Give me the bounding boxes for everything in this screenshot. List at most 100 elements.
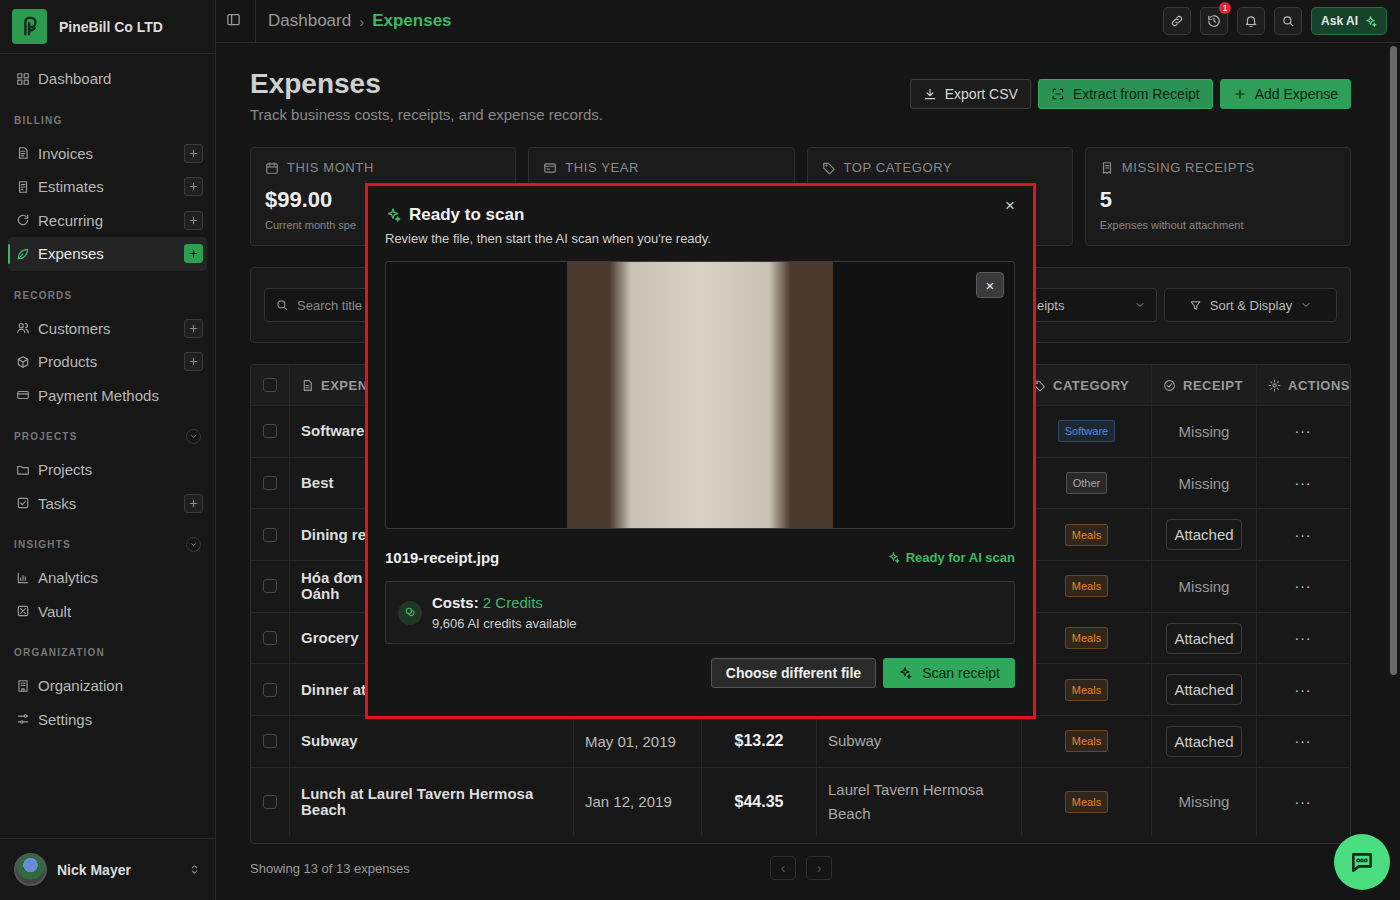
remove-file-button[interactable]: × xyxy=(976,272,1004,298)
next-page-button[interactable]: › xyxy=(806,856,832,880)
category-badge: Meals xyxy=(1065,627,1108,649)
breadcrumb[interactable]: Dashboard xyxy=(268,11,351,31)
column-header[interactable]: CATEGORY xyxy=(1033,378,1129,393)
sidebar-item[interactable]: Organization xyxy=(8,669,207,703)
search-icon xyxy=(1281,14,1295,28)
row-actions-button[interactable]: ··· xyxy=(1295,423,1312,439)
column-label: EXPEN xyxy=(321,378,368,393)
sidebar-item[interactable]: Settings xyxy=(8,703,207,737)
file-name: 1019-receipt.jpg xyxy=(385,549,499,566)
sidebar-item[interactable]: Estimates xyxy=(8,170,207,204)
title-cell: Subway xyxy=(289,716,573,767)
sidebar-toggle[interactable] xyxy=(226,12,241,31)
category-badge: Meals xyxy=(1065,679,1108,701)
sidebar-item[interactable]: Recurring xyxy=(8,204,207,238)
row-actions-button[interactable]: ··· xyxy=(1295,733,1312,749)
row-checkbox[interactable] xyxy=(263,476,277,490)
add-button[interactable] xyxy=(184,494,203,513)
scrollbar[interactable] xyxy=(1390,46,1397,896)
row-actions-button[interactable]: ··· xyxy=(1295,682,1312,698)
add-button[interactable] xyxy=(184,244,203,263)
choose-file-button[interactable]: Choose different file xyxy=(711,658,876,688)
search-icon xyxy=(275,298,289,312)
sidebar-item[interactable]: Tasks xyxy=(8,487,207,521)
sparkles-icon xyxy=(898,666,912,680)
sidebar-item[interactable]: Invoices xyxy=(8,137,207,171)
receipt-cell: Missing xyxy=(1151,406,1256,457)
receipt-filter[interactable]: eipts xyxy=(1035,288,1157,322)
link-button[interactable] xyxy=(1163,7,1191,35)
brand[interactable]: PineBill Co LTD xyxy=(0,0,215,54)
add-button[interactable] xyxy=(184,177,203,196)
collapse-toggle[interactable] xyxy=(186,537,201,552)
receipt-status[interactable]: Attached xyxy=(1166,519,1241,550)
add-button[interactable] xyxy=(184,352,203,371)
receipt-status[interactable]: Attached xyxy=(1166,674,1241,705)
sidebar-item[interactable]: Products xyxy=(8,345,207,379)
column-header[interactable]: EXPEN xyxy=(301,378,368,393)
column-header[interactable]: ACTIONS xyxy=(1268,378,1350,393)
cost-text: Costs: 2 Credits9,606 AI credits availab… xyxy=(432,593,577,633)
column-header[interactable]: RECEIPT xyxy=(1163,378,1243,393)
select-all-checkbox[interactable] xyxy=(263,378,277,392)
row-checkbox[interactable] xyxy=(263,528,277,542)
search-button[interactable] xyxy=(1274,7,1302,35)
add-button[interactable] xyxy=(184,319,203,338)
row-checkbox[interactable] xyxy=(263,683,277,697)
header-button[interactable]: Add Expense xyxy=(1220,79,1351,109)
expense-title: Best xyxy=(301,475,334,491)
button-label: Export CSV xyxy=(945,86,1018,102)
building-icon xyxy=(16,679,30,693)
scrollbar-thumb[interactable] xyxy=(1390,46,1397,675)
add-button[interactable] xyxy=(184,144,203,163)
file-icon xyxy=(16,146,30,160)
checkbox-cell xyxy=(251,716,289,767)
dialog-title: Ready to scan xyxy=(385,203,1015,227)
row-actions-button[interactable]: ··· xyxy=(1295,475,1312,491)
expense-vendor: Subway xyxy=(828,729,881,753)
table-row[interactable]: SubwayMay 01, 2019$13.22SubwayMealsAttac… xyxy=(251,715,1350,767)
chat-button[interactable] xyxy=(1334,834,1390,890)
row-checkbox[interactable] xyxy=(263,631,277,645)
sidebar-item[interactable]: Expenses xyxy=(8,237,207,271)
receipt-status[interactable]: Attached xyxy=(1166,623,1241,654)
row-actions-button[interactable]: ··· xyxy=(1295,794,1312,810)
row-checkbox[interactable] xyxy=(263,579,277,593)
table-row[interactable]: Lunch at Laurel Tavern HermosaBeachJan 1… xyxy=(251,767,1350,836)
previous-page-button[interactable]: ‹ xyxy=(770,856,796,880)
section-heading[interactable]: INSIGHTS xyxy=(8,528,207,561)
section-heading[interactable]: PROJECTS xyxy=(8,420,207,453)
add-button[interactable] xyxy=(184,211,203,230)
header-button[interactable]: Export CSV xyxy=(910,79,1031,109)
sidebar-item[interactable]: Dashboard xyxy=(8,62,207,96)
category-badge: Software xyxy=(1058,420,1115,442)
row-checkbox[interactable] xyxy=(263,795,277,809)
sidebar-item[interactable]: Payment Methods xyxy=(8,379,207,413)
ask-ai-button[interactable]: Ask AI xyxy=(1311,7,1387,35)
sort-button[interactable]: Sort & Display xyxy=(1164,288,1337,322)
scan-button[interactable]: Scan receipt xyxy=(883,658,1015,688)
sidebar-item[interactable]: Vault xyxy=(8,595,207,629)
bell-button[interactable] xyxy=(1237,7,1265,35)
sidebar-item[interactable]: Analytics xyxy=(8,561,207,595)
vendor-cell: Subway xyxy=(816,716,1021,767)
collapse-toggle[interactable] xyxy=(186,429,201,444)
close-button[interactable]: × xyxy=(1001,194,1019,218)
row-checkbox[interactable] xyxy=(263,734,277,748)
sidebar-item[interactable]: Projects xyxy=(8,453,207,487)
row-actions-button[interactable]: ··· xyxy=(1295,527,1312,543)
sidebar-item-label: Projects xyxy=(38,461,203,478)
header-button[interactable]: Extract from Receipt xyxy=(1038,79,1213,109)
file-preview: × xyxy=(385,261,1015,529)
row-checkbox[interactable] xyxy=(263,424,277,438)
logo[interactable] xyxy=(12,9,47,44)
card-icon xyxy=(16,388,30,402)
history-button[interactable]: 1 xyxy=(1200,7,1228,35)
row-actions-button[interactable]: ··· xyxy=(1295,630,1312,646)
receipt-status[interactable]: Attached xyxy=(1166,726,1241,757)
user-menu[interactable]: Nick Mayer xyxy=(0,838,215,900)
sidebar-item-label: Expenses xyxy=(38,245,176,262)
row-actions-button[interactable]: ··· xyxy=(1295,578,1312,594)
sidebar-item[interactable]: Customers xyxy=(8,312,207,346)
breadcrumb[interactable]: Expenses xyxy=(372,11,451,31)
